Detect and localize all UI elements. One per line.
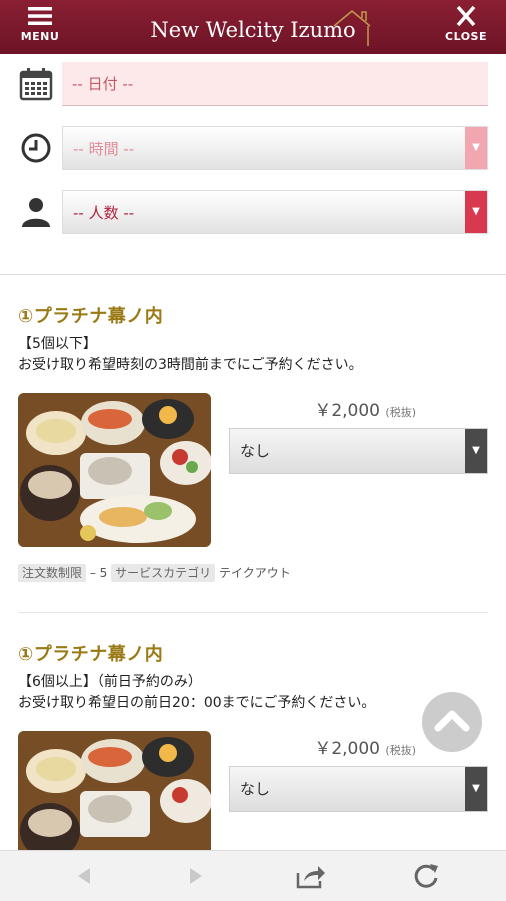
product-desc-line: 【5個以下】: [18, 336, 97, 352]
date-row: -- 日付 --: [0, 60, 506, 110]
product-divider: [18, 612, 488, 613]
chevron-down-icon: ▼: [465, 429, 487, 473]
date-input[interactable]: -- 日付 --: [62, 62, 488, 106]
time-select[interactable]: -- 時間 -- ▼: [62, 126, 488, 170]
product-card: ①プラチナ幕ノ内 【6個以上】（前日予約のみ） お受け取り希望日の前日20：00…: [18, 640, 488, 885]
price-tax-note: (税抜): [385, 744, 416, 757]
product-card: ①プラチナ幕ノ内 【5個以下】 お受け取り希望時刻の3時間前までにご予約ください…: [18, 302, 488, 592]
house-logo-icon: [333, 10, 371, 46]
close-icon: [456, 5, 476, 27]
reload-icon[interactable]: [410, 861, 442, 891]
product-desc-line: 【6個以上】（前日予約のみ）: [18, 674, 202, 690]
chevron-up-icon: [434, 710, 470, 732]
product-description: 【6個以上】（前日予約のみ） お受け取り希望日の前日20：00までにご予約くださ…: [18, 672, 488, 714]
product-desc-line: お受け取り希望時刻の3時間前までにご予約ください。: [18, 357, 363, 373]
close-label: CLOSE: [445, 30, 487, 43]
person-icon: [22, 198, 50, 227]
back-arrow-icon[interactable]: [68, 861, 100, 891]
share-icon[interactable]: [294, 861, 326, 891]
calendar-icon: [19, 68, 53, 101]
product-meta: 注文数制限 – 5 サービスカテゴリ テイクアウト: [18, 564, 291, 582]
product-price: ￥2,000 (税抜): [314, 396, 416, 421]
app-title: New Welcity Izumo: [150, 18, 356, 42]
product-title: ①プラチナ幕ノ内: [18, 306, 164, 327]
category-value: テイクアウト: [218, 566, 291, 580]
people-select[interactable]: -- 人数 -- ▼: [62, 190, 488, 234]
people-select-label: -- 人数 --: [73, 204, 135, 222]
people-row: -- 人数 -- ▼: [0, 188, 506, 238]
price-tax-note: (税抜): [385, 406, 416, 419]
section-divider: [0, 274, 506, 275]
price-value: ￥2,000: [314, 401, 380, 421]
time-row: -- 時間 -- ▼: [0, 124, 506, 174]
clock-icon: [21, 133, 51, 163]
forward-arrow-icon[interactable]: [180, 861, 212, 891]
quantity-select[interactable]: なし ▼: [229, 766, 488, 812]
browser-toolbar: [0, 850, 506, 901]
chevron-down-icon: ▼: [465, 767, 487, 811]
product-price: ￥2,000 (税抜): [314, 734, 416, 759]
order-limit-label: 注文数制限: [18, 564, 87, 582]
time-select-label: -- 時間 --: [73, 140, 135, 158]
chevron-down-icon: ▼: [465, 127, 487, 169]
quantity-select-value: なし: [240, 780, 271, 798]
order-limit-value: – 5: [89, 566, 108, 580]
category-label: サービスカテゴリ: [111, 564, 216, 582]
close-button[interactable]: CLOSE: [434, 5, 498, 43]
quantity-select-value: なし: [240, 442, 271, 460]
price-value: ￥2,000: [314, 739, 380, 759]
product-desc-line: お受け取り希望日の前日20：00までにご予約ください。: [18, 695, 376, 711]
app-header: MENU New Welcity Izumo CLOSE: [0, 0, 506, 54]
scroll-top-button[interactable]: [422, 692, 482, 752]
product-title: ①プラチナ幕ノ内: [18, 644, 164, 665]
chevron-down-icon: ▼: [465, 191, 487, 233]
product-description: 【5個以下】 お受け取り希望時刻の3時間前までにご予約ください。: [18, 334, 488, 376]
product-image: [18, 393, 211, 547]
quantity-select[interactable]: なし ▼: [229, 428, 488, 474]
